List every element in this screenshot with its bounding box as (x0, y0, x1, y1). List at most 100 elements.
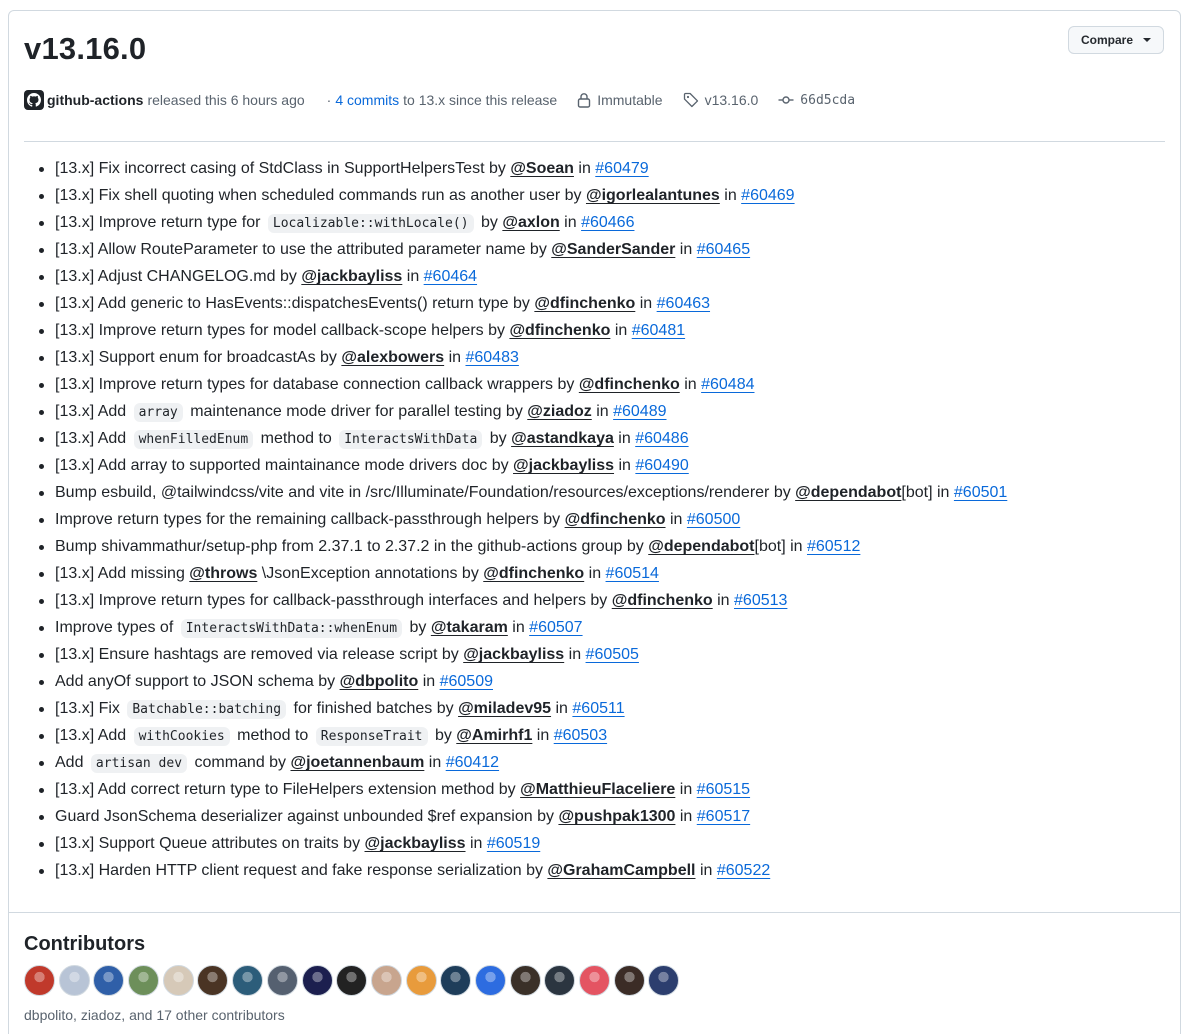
user-mention-link[interactable]: @astandkaya (511, 430, 614, 447)
tag-icon (683, 92, 698, 108)
pull-request-link[interactable]: #60479 (595, 160, 648, 177)
user-mention-link[interactable]: @jackbayliss (301, 268, 402, 285)
pull-request-link[interactable]: #60500 (687, 511, 740, 528)
github-actions-avatar[interactable] (24, 90, 44, 110)
contributors-divider (9, 912, 1180, 913)
pull-request-link[interactable]: #60501 (954, 484, 1007, 501)
pull-request-link[interactable]: #60509 (440, 673, 493, 690)
pull-request-link[interactable]: #60483 (465, 349, 518, 366)
note-text: [13.x] Add array to supported maintainan… (55, 457, 514, 474)
user-mention-link[interactable]: @ziadoz (527, 403, 592, 420)
pull-request-link[interactable]: #60507 (529, 619, 582, 636)
user-mention-link[interactable]: @pushpak1300 (558, 808, 675, 825)
user-mention-link[interactable]: @takaram (431, 619, 508, 636)
contributor-avatar[interactable] (197, 965, 229, 996)
tag-link[interactable]: v13.16.0 (683, 92, 758, 108)
pull-request-link[interactable]: #60463 (657, 295, 710, 312)
pull-request-link[interactable]: #60465 (697, 241, 750, 258)
user-mention-link[interactable]: @alexbowers (341, 349, 444, 366)
user-mention-link[interactable]: @jackbayliss (463, 646, 564, 663)
contributor-avatar[interactable] (544, 965, 576, 996)
release-title[interactable]: v13.16.0 (24, 31, 146, 67)
release-meta: github-actions released this 6 hours ago… (24, 89, 855, 111)
pull-request-link[interactable]: #60489 (613, 403, 666, 420)
user-mention-link[interactable]: @dfinchenko (565, 511, 666, 528)
note-text: [bot] in (754, 538, 807, 555)
user-mention-link[interactable]: @Soean (510, 160, 574, 177)
pull-request-link[interactable]: #60464 (424, 268, 477, 285)
user-mention-link[interactable]: @throws (189, 565, 257, 582)
pull-request-link[interactable]: #60412 (446, 754, 499, 771)
release-author[interactable]: github-actions (47, 92, 143, 108)
note-text: [13.x] Add missing (55, 565, 190, 582)
commits-link[interactable]: 4 commits (335, 92, 399, 108)
note-text: in (665, 511, 687, 528)
contributor-avatar[interactable] (474, 965, 506, 996)
pull-request-link[interactable]: #60466 (581, 214, 634, 231)
user-mention-link[interactable]: @dependabot (795, 484, 901, 501)
pull-request-link[interactable]: #60469 (741, 187, 794, 204)
contributor-avatar[interactable] (648, 965, 680, 996)
pull-request-link[interactable]: #60511 (572, 700, 624, 717)
compare-button[interactable]: Compare (1067, 26, 1164, 54)
contributor-avatar[interactable] (232, 965, 264, 996)
user-mention-link[interactable]: @dbpolito (340, 673, 419, 690)
user-mention-link[interactable]: @dfinchenko (534, 295, 635, 312)
pull-request-link[interactable]: #60486 (635, 430, 688, 447)
contributors-heading: Contributors (24, 933, 146, 955)
pull-request-link[interactable]: #60481 (632, 322, 685, 339)
user-mention-link[interactable]: @dependabot (648, 538, 754, 555)
user-mention-link[interactable]: @dfinchenko (612, 592, 713, 609)
contributor-avatar[interactable] (266, 965, 298, 996)
user-mention-link[interactable]: @dfinchenko (483, 565, 584, 582)
pull-request-link[interactable]: #60503 (554, 727, 607, 744)
user-mention-link[interactable]: @MatthieuFlaceliere (520, 781, 675, 798)
user-mention-link[interactable]: @axlon (502, 214, 559, 231)
release-note-item: Bump esbuild, @tailwindcss/vite and vite… (24, 482, 1165, 509)
user-mention-link[interactable]: @GrahamCampbell (547, 862, 695, 879)
inline-code: InteractsWithData::whenEnum (180, 619, 403, 638)
contributor-avatar[interactable] (613, 965, 645, 996)
pull-request-link[interactable]: #60515 (697, 781, 750, 798)
contributor-avatar[interactable] (405, 965, 437, 996)
contributor-avatar[interactable] (440, 965, 472, 996)
pull-request-link[interactable]: #60505 (586, 646, 639, 663)
user-mention-link[interactable]: @miladev95 (458, 700, 551, 717)
pull-request-link[interactable]: #60512 (807, 538, 860, 555)
note-text: [13.x] Add correct return type to FileHe… (55, 781, 521, 798)
pull-request-link[interactable]: #60522 (717, 862, 770, 879)
user-mention-link[interactable]: @dfinchenko (579, 376, 680, 393)
contributor-avatar[interactable] (24, 965, 55, 996)
release-note-item: [13.x] Ensure hashtags are removed via r… (24, 644, 1165, 671)
release-note-item: [13.x] Add withCookies method to Respons… (24, 725, 1165, 752)
contributor-avatar[interactable] (128, 965, 160, 996)
contributor-avatar[interactable] (509, 965, 541, 996)
contributor-avatar[interactable] (301, 965, 333, 996)
user-mention-link[interactable]: @igorlealantunes (586, 187, 720, 204)
user-mention-link[interactable]: @jackbayliss (365, 835, 466, 852)
contributor-avatar[interactable] (336, 965, 368, 996)
commits-suffix: to 13.x since this release (403, 92, 558, 108)
commit-link[interactable]: 66d5cda (778, 92, 855, 108)
contributor-avatar[interactable] (58, 965, 90, 996)
user-mention-link[interactable]: @SanderSander (551, 241, 675, 258)
pull-request-link[interactable]: #60519 (487, 835, 540, 852)
pull-request-link[interactable]: #60517 (697, 808, 750, 825)
pull-request-link[interactable]: #60513 (734, 592, 787, 609)
user-mention-link[interactable]: @jackbayliss (513, 457, 614, 474)
pull-request-link[interactable]: #60514 (606, 565, 659, 582)
pull-request-link[interactable]: #60484 (701, 376, 754, 393)
release-note-item: [13.x] Add array to supported maintainan… (24, 455, 1165, 482)
note-text: in (532, 727, 554, 744)
contributor-avatar[interactable] (579, 965, 610, 996)
contributor-avatar[interactable] (162, 965, 194, 996)
user-mention-link[interactable]: @joetannenbaum (291, 754, 425, 771)
note-text: in (551, 700, 573, 717)
pull-request-link[interactable]: #60490 (635, 457, 688, 474)
user-mention-link[interactable]: @Amirhf1 (456, 727, 532, 744)
contributor-avatar[interactable] (93, 965, 125, 996)
release-note-item: [13.x] Improve return types for database… (24, 374, 1165, 401)
contributor-avatar[interactable] (370, 965, 402, 996)
release-note-item: [13.x] Support enum for broadcastAs by @… (24, 347, 1165, 374)
user-mention-link[interactable]: @dfinchenko (509, 322, 610, 339)
